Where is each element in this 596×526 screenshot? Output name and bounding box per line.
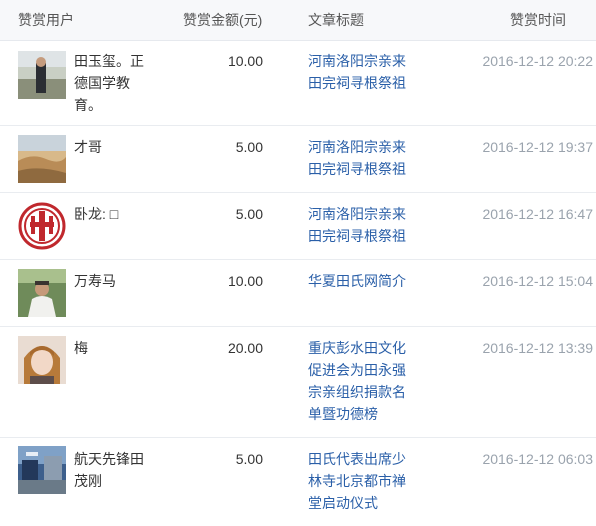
article-title-link[interactable]: 华夏田氏网简介 <box>308 270 412 292</box>
reward-amount: 5.00 <box>235 206 263 222</box>
reward-time: 2016-12-12 16:47 <box>482 206 593 222</box>
reward-table: 赞赏用户 赞赏金额(元) 文章标题 赞赏时间 田玉玺。正德国学教育。 10.00… <box>0 0 596 526</box>
reward-amount: 5.00 <box>235 451 263 467</box>
article-title-link[interactable]: 田氏代表出席少林寺北京都市禅堂启动仪式 <box>308 448 412 514</box>
reward-amount: 10.00 <box>227 273 263 289</box>
reward-amount: 10.00 <box>227 53 263 69</box>
user-name: 卧龙: □ <box>74 206 119 222</box>
article-title-link[interactable]: 重庆彭水田文化促进会为田永强宗亲组织捐款名单暨功德榜 <box>308 337 412 425</box>
reward-amount: 5.00 <box>235 139 263 155</box>
table-header: 赞赏用户 赞赏金额(元) 文章标题 赞赏时间 <box>0 0 596 41</box>
reward-time: 2016-12-12 20:22 <box>482 53 593 69</box>
header-title: 文章标题 <box>308 12 364 28</box>
reward-time: 2016-12-12 15:04 <box>482 273 593 289</box>
article-title-link[interactable]: 河南洛阳宗亲来田完祠寻根祭祖 <box>308 203 412 247</box>
reward-amount: 20.00 <box>227 340 263 356</box>
user-avatar[interactable] <box>18 269 66 317</box>
user-name: 田玉玺。正德国学教育。 <box>74 53 144 113</box>
user-avatar[interactable] <box>18 135 66 183</box>
header-time: 赞赏时间 <box>510 12 566 28</box>
user-avatar[interactable] <box>18 336 66 384</box>
reward-time: 2016-12-12 13:39 <box>482 340 593 356</box>
user-name: 梅 <box>74 340 88 356</box>
header-amount: 赞赏金额(元) <box>183 12 263 28</box>
article-title-link[interactable]: 河南洛阳宗亲来田完祠寻根祭祖 <box>308 50 412 94</box>
article-title-link[interactable]: 河南洛阳宗亲来田完祠寻根祭祖 <box>308 136 412 180</box>
table-row: 航天先锋田茂刚 5.00 田氏代表出席少林寺北京都市禅堂启动仪式 2016-12… <box>0 438 596 526</box>
table-row: 田玉玺。正德国学教育。 10.00 河南洛阳宗亲来田完祠寻根祭祖 2016-12… <box>0 41 596 126</box>
user-name: 万寿马 <box>74 273 116 289</box>
header-user: 赞赏用户 <box>18 12 74 28</box>
table-row: 才哥 5.00 河南洛阳宗亲来田完祠寻根祭祖 2016-12-12 19:37 <box>0 126 596 193</box>
table-row: 卧龙: □ 5.00 河南洛阳宗亲来田完祠寻根祭祖 2016-12-12 16:… <box>0 193 596 260</box>
user-avatar[interactable] <box>18 446 66 494</box>
seal-logo <box>18 202 66 250</box>
table-row: 万寿马 10.00 华夏田氏网简介 2016-12-12 15:04 <box>0 260 596 327</box>
table-row: 梅 20.00 重庆彭水田文化促进会为田永强宗亲组织捐款名单暨功德榜 2016-… <box>0 327 596 438</box>
user-name: 航天先锋田茂刚 <box>74 451 144 489</box>
user-avatar[interactable] <box>18 202 66 250</box>
user-name: 才哥 <box>74 139 102 155</box>
reward-time: 2016-12-12 06:03 <box>482 451 593 467</box>
user-avatar[interactable] <box>18 51 66 99</box>
reward-time: 2016-12-12 19:37 <box>482 139 593 155</box>
